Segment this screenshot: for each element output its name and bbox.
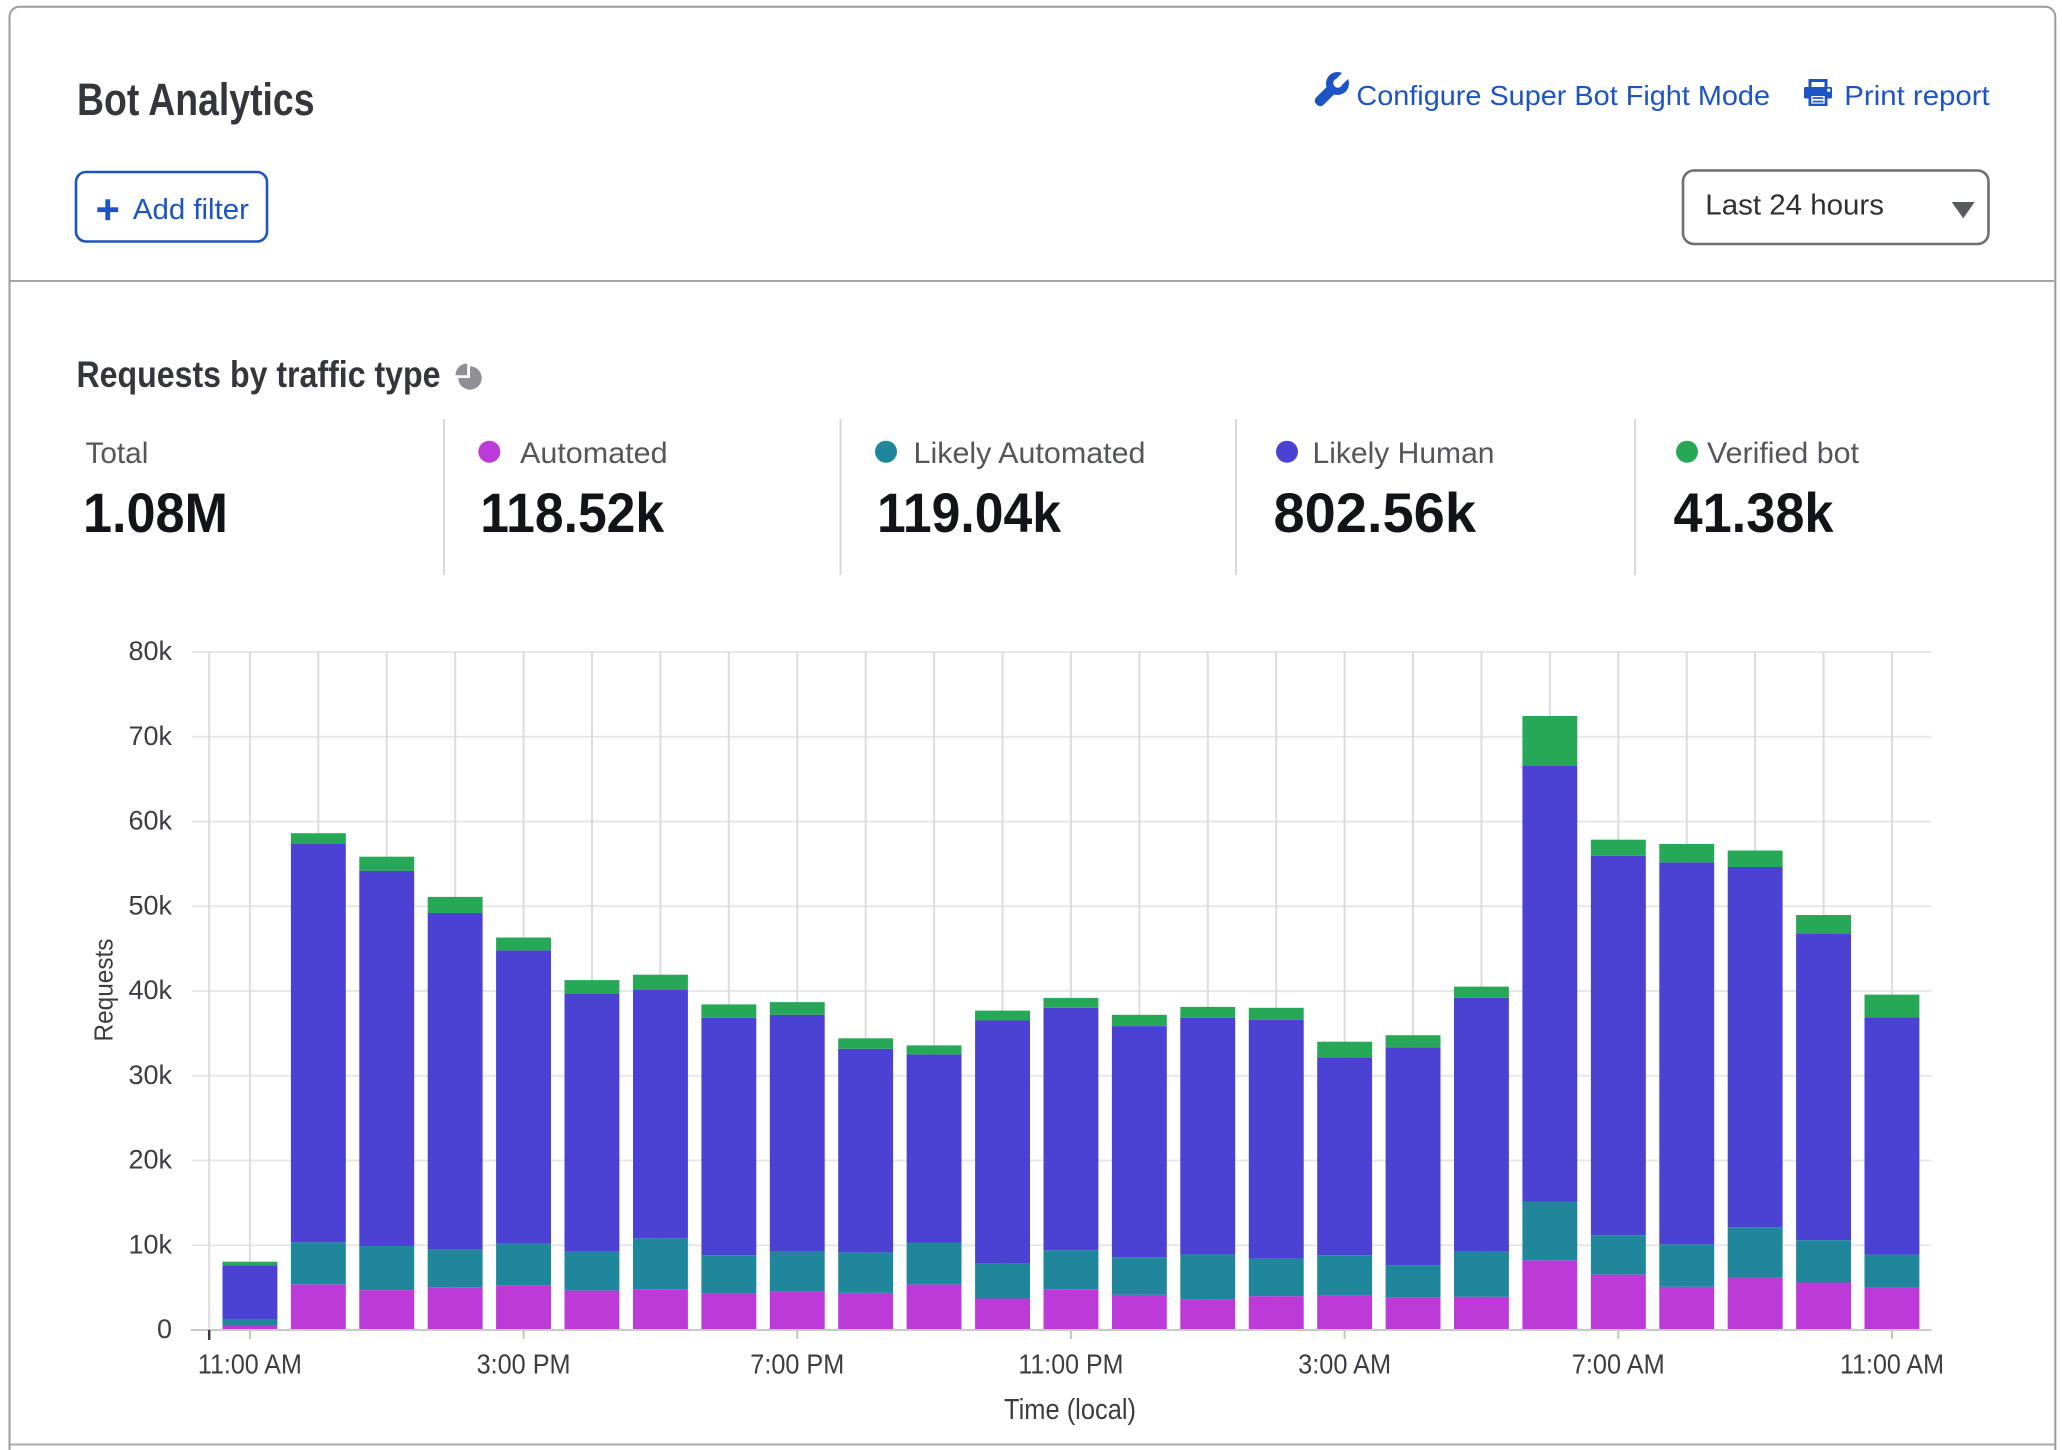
svg-text:40k: 40k — [128, 975, 172, 1005]
svg-text:119.04k: 119.04k — [877, 481, 1062, 544]
svg-text:0: 0 — [157, 1314, 172, 1344]
svg-text:Verified bot: Verified bot — [1707, 437, 1860, 470]
svg-text:Last 24 hours: Last 24 hours — [1705, 190, 1884, 222]
svg-text:10k: 10k — [128, 1229, 172, 1259]
svg-text:118.52k: 118.52k — [480, 481, 665, 544]
svg-text:70k: 70k — [128, 721, 172, 751]
svg-text:802.56k: 802.56k — [1274, 481, 1477, 544]
svg-text:Add filter: Add filter — [133, 194, 249, 226]
svg-text:3:00 AM: 3:00 AM — [1298, 1349, 1391, 1380]
svg-text:Time (local): Time (local) — [1004, 1394, 1136, 1426]
svg-text:Bot Analytics: Bot Analytics — [77, 74, 315, 125]
svg-text:41.38k: 41.38k — [1674, 481, 1835, 544]
svg-text:1.08M: 1.08M — [83, 481, 228, 544]
svg-text:Print report: Print report — [1844, 80, 1990, 111]
svg-text:Automated: Automated — [520, 437, 668, 470]
svg-text:30k: 30k — [128, 1060, 172, 1090]
svg-text:Requests by traffic type: Requests by traffic type — [77, 354, 441, 395]
svg-text:50k: 50k — [128, 890, 172, 920]
svg-text:Likely Human: Likely Human — [1313, 437, 1495, 470]
svg-text:7:00 PM: 7:00 PM — [750, 1349, 844, 1380]
svg-text:Configure Super Bot Fight Mode: Configure Super Bot Fight Mode — [1356, 80, 1770, 111]
svg-text:11:00 AM: 11:00 AM — [198, 1349, 302, 1380]
svg-text:80k: 80k — [128, 636, 172, 666]
svg-text:Likely Automated: Likely Automated — [914, 437, 1146, 470]
svg-text:60k: 60k — [128, 806, 172, 836]
svg-text:Requests: Requests — [88, 939, 118, 1042]
svg-text:11:00 AM: 11:00 AM — [1840, 1349, 1944, 1380]
svg-text:Total: Total — [86, 437, 149, 470]
svg-text:3:00 PM: 3:00 PM — [477, 1349, 571, 1380]
svg-text:11:00 PM: 11:00 PM — [1018, 1349, 1123, 1380]
svg-text:20k: 20k — [128, 1145, 172, 1175]
svg-text:7:00 AM: 7:00 AM — [1572, 1349, 1665, 1380]
